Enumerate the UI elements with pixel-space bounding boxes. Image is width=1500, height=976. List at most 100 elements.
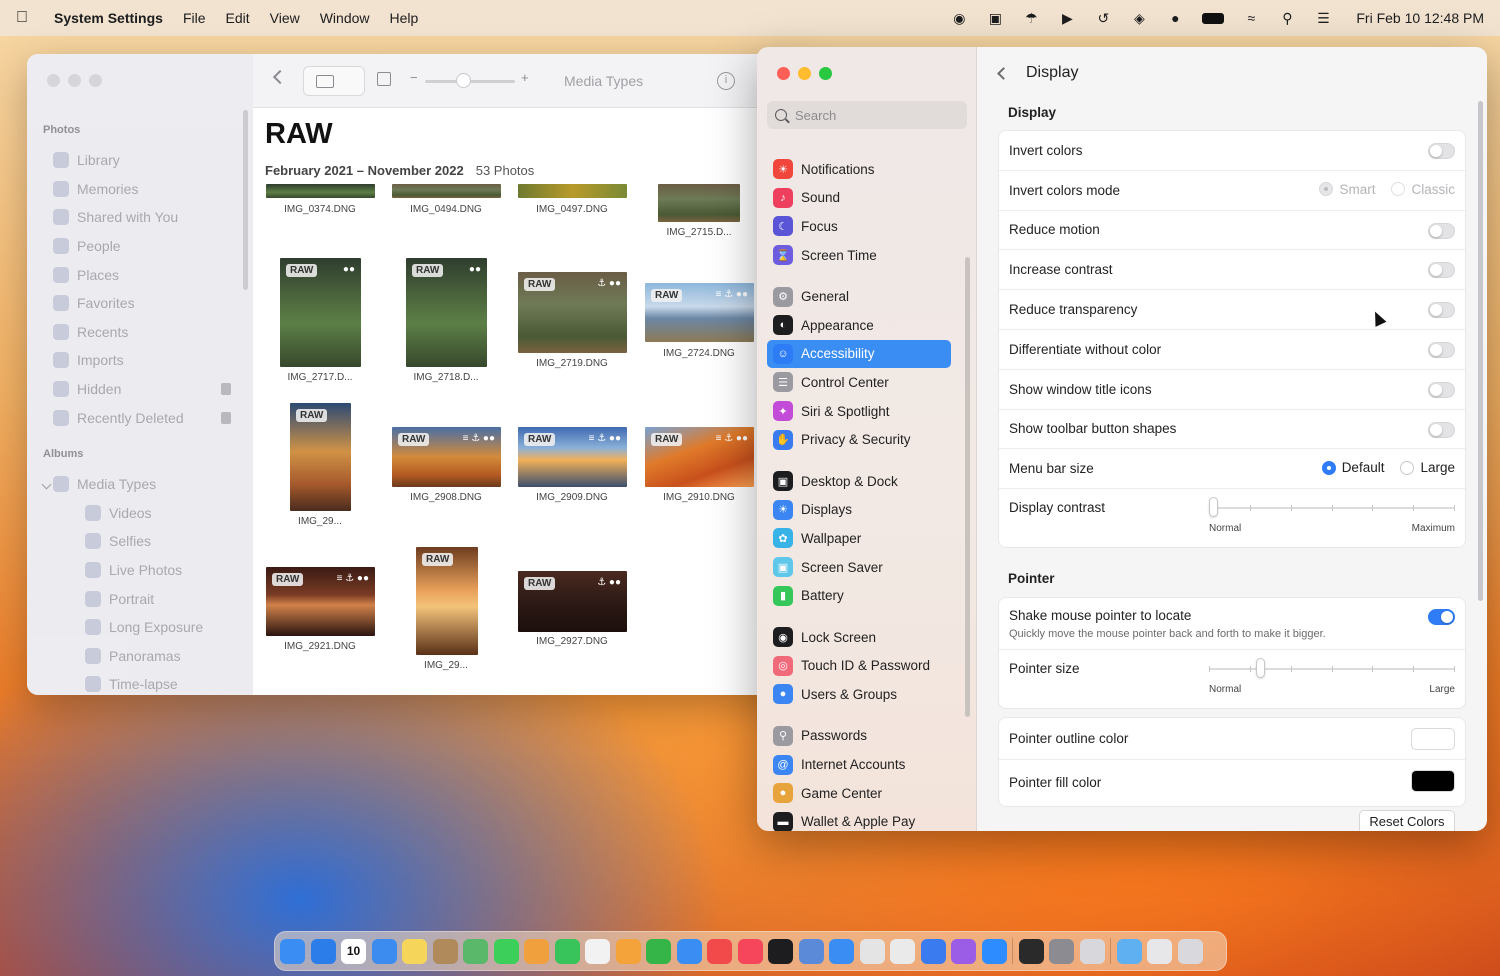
photo-thumbnail[interactable]: RAW ≡ ⚓ ●● (518, 427, 627, 487)
reduce-transparency-toggle[interactable] (1428, 302, 1455, 319)
back-chevron-icon[interactable] (272, 69, 288, 85)
invert-mode-classic-radio[interactable]: Classic (1391, 182, 1455, 197)
sidebar-item-media-types[interactable]: Media Types (43, 470, 243, 499)
pointer-fill-color-well[interactable] (1411, 770, 1455, 792)
layers-icon[interactable]: ◈ (1128, 9, 1150, 27)
back-chevron-icon[interactable] (997, 66, 1010, 80)
sidebar-item-touch-id-password[interactable]: ◎ Touch ID & Password (767, 652, 967, 681)
sidebar-item-long-exposure[interactable]: Long Exposure (43, 613, 243, 642)
calendar-icon[interactable]: 10 (341, 938, 366, 964)
sidebar-item-recently-deleted[interactable]: Recently Deleted (43, 403, 243, 432)
sidebar-item-general[interactable]: ⚙ General (767, 282, 967, 311)
settings-sidebar-scrollbar[interactable] (965, 257, 970, 717)
menubar-app-name[interactable]: System Settings (54, 10, 163, 26)
sidebar-item-videos[interactable]: Videos (43, 499, 243, 528)
sidebar-item-live-photos[interactable]: Live Photos (43, 556, 243, 585)
invert-colors-toggle[interactable] (1428, 143, 1455, 159)
sidebar-item-desktop-dock[interactable]: ▣ Desktop & Dock (767, 467, 967, 496)
onepassword-icon[interactable] (920, 938, 946, 964)
sidebar-item-imports[interactable]: Imports (43, 346, 243, 375)
numbers-icon[interactable] (646, 938, 671, 964)
shake-pointer-toggle[interactable] (1428, 609, 1455, 625)
zoom-button[interactable] (89, 74, 102, 87)
notes-icon[interactable] (402, 938, 427, 964)
zoom-in-icon[interactable]: + (521, 70, 529, 85)
sidebar-item-focus[interactable]: ☾ Focus (767, 212, 967, 241)
app-store-icon[interactable] (829, 938, 854, 964)
sidebar-item-accessibility[interactable]: ☺ Accessibility (767, 339, 951, 369)
system-settings-icon[interactable] (1049, 938, 1074, 964)
photo-thumbnail[interactable]: RAW ≡ ⚓ ●● (645, 427, 754, 487)
sidebar-item-panoramas[interactable]: Panoramas (43, 642, 243, 671)
close-button[interactable] (47, 74, 60, 87)
menu-bar-large-radio[interactable]: Large (1400, 460, 1455, 475)
sidebar-item-wallet-apple-pay[interactable]: ▬ Wallet & Apple Pay (767, 807, 967, 831)
sidebar-item-displays[interactable]: ☀ Displays (767, 496, 967, 525)
script-editor-icon[interactable] (859, 938, 885, 964)
podcasts-icon[interactable] (951, 938, 976, 964)
sidebar-item-screen-saver[interactable]: ▣ Screen Saver (767, 553, 967, 582)
messages-icon[interactable] (493, 938, 519, 964)
contacts-icon[interactable] (432, 938, 458, 964)
sidebar-item-memories[interactable]: Memories (43, 175, 243, 204)
play-icon[interactable]: ▶ (1056, 9, 1078, 27)
slider-knob[interactable] (1209, 497, 1218, 518)
sidebar-item-shared-with-you[interactable]: Shared with You (43, 203, 243, 232)
reminders-icon[interactable] (585, 938, 610, 964)
reset-colors-button[interactable]: Reset Colors (1359, 810, 1455, 831)
info-icon[interactable]: i (717, 72, 735, 90)
sidebar-item-portrait[interactable]: Portrait (43, 584, 243, 613)
menu-window[interactable]: Window (320, 10, 370, 26)
photo-thumbnail[interactable] (392, 184, 501, 198)
umbrella-icon[interactable]: ☂ (1020, 9, 1042, 27)
pages-icon[interactable] (615, 938, 641, 964)
increase-contrast-toggle[interactable] (1428, 262, 1455, 279)
user-icon[interactable]: ● (1164, 9, 1186, 27)
sidebar-item-lock-screen[interactable]: ◉ Lock Screen (767, 623, 967, 652)
pointer-size-slider[interactable] (1209, 658, 1455, 678)
apple-icon[interactable]:  (16, 9, 34, 27)
finder-icon[interactable] (280, 938, 305, 964)
keynote-icon[interactable] (676, 938, 702, 964)
zoom-slider-knob[interactable] (456, 73, 471, 88)
sidebar-item-privacy-security[interactable]: ✋ Privacy & Security (767, 425, 967, 454)
menu-edit[interactable]: Edit (226, 10, 250, 26)
photo-thumbnail[interactable]: RAW (290, 403, 351, 511)
sidebar-item-internet-accounts[interactable]: @ Internet Accounts (767, 750, 967, 779)
maps-icon[interactable] (463, 938, 488, 964)
sidebar-item-library[interactable]: Library (43, 146, 243, 175)
photo-thumbnail[interactable]: RAW ≡ ⚓ ●● (645, 283, 754, 342)
trash-icon[interactable] (1177, 938, 1203, 964)
music-icon[interactable] (737, 938, 763, 964)
spotlight-icon[interactable]: ⚲ (1276, 9, 1298, 27)
zoom-button[interactable] (819, 67, 832, 80)
sidebar-item-places[interactable]: Places (43, 260, 243, 289)
photo-thumbnail[interactable] (266, 184, 375, 198)
mail-icon[interactable] (371, 938, 397, 964)
photo-thumbnail[interactable]: RAW ≡ ⚓ ●● (392, 427, 501, 487)
menu-help[interactable]: Help (390, 10, 419, 26)
photo-thumbnail[interactable]: RAW (416, 547, 478, 655)
minimize-button[interactable] (68, 74, 81, 87)
minimize-button[interactable] (798, 67, 811, 80)
slider-knob[interactable] (1256, 658, 1266, 678)
pixelmator-icon[interactable] (890, 938, 915, 964)
time-machine-icon[interactable]: ↺ (1092, 9, 1114, 27)
sidebar-scrollbar[interactable] (243, 110, 248, 290)
sidebar-item-battery[interactable]: ▮ Battery (767, 581, 967, 610)
safari-icon[interactable] (310, 938, 336, 964)
preview-icon[interactable] (798, 938, 824, 964)
sidebar-item-wallpaper[interactable]: ✿ Wallpaper (767, 524, 967, 553)
sidebar-item-game-center[interactable]: ● Game Center (767, 779, 967, 808)
search-input[interactable] (795, 107, 955, 123)
menu-bar-default-radio[interactable]: Default (1321, 460, 1384, 475)
sidebar-item-appearance[interactable]: ◐ Appearance (767, 311, 967, 340)
sidebar-item-siri-spotlight[interactable]: ✦ Siri & Spotlight (767, 397, 967, 426)
reduce-motion-toggle[interactable] (1428, 222, 1455, 239)
sidebar-item-users-groups[interactable]: ● Users & Groups (767, 680, 967, 709)
zoom-out-icon[interactable]: − (410, 70, 418, 85)
grammarly-icon[interactable]: ◉ (948, 9, 970, 27)
display-contrast-slider[interactable] (1209, 497, 1455, 518)
downloads-folder-icon[interactable] (1116, 938, 1142, 964)
photo-thumbnail[interactable]: RAW ⚓ ●● (518, 272, 627, 353)
